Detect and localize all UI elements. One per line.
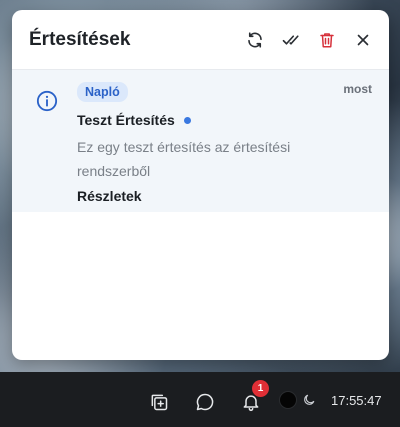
- panel-header: Értesítések: [12, 10, 389, 70]
- info-icon: [36, 90, 58, 112]
- chat-button[interactable]: [194, 391, 216, 413]
- close-icon: [357, 34, 369, 45]
- notification-title: Teszt Értesítés: [77, 112, 175, 128]
- taskbar-clock: 17:55:47: [331, 393, 382, 408]
- details-link[interactable]: Részletek: [77, 188, 142, 204]
- notifications-panel: Értesítések Napló most Teszt Értesítés E…: [12, 10, 389, 360]
- notification-count-badge: 1: [252, 380, 269, 397]
- chat-icon: [196, 393, 214, 411]
- mark-all-read-button[interactable]: [279, 28, 303, 52]
- category-badge: Napló: [77, 82, 128, 102]
- avatar[interactable]: [279, 391, 297, 409]
- close-button[interactable]: [351, 28, 375, 52]
- refresh-button[interactable]: [243, 28, 267, 52]
- notification-body: Ez egy teszt értesítés az értesítési ren…: [77, 139, 291, 179]
- add-window-button[interactable]: [148, 391, 170, 413]
- panel-title: Értesítések: [29, 28, 131, 50]
- mark-all-read-icon: [282, 34, 299, 45]
- delete-all-button[interactable]: [315, 28, 339, 52]
- add-window-icon: [151, 394, 168, 411]
- trash-icon: [320, 32, 334, 47]
- moon-icon[interactable]: [302, 393, 316, 407]
- notification-time: most: [343, 82, 372, 96]
- notification-title-row: Teszt Értesítés: [77, 112, 375, 128]
- unread-dot: [183, 116, 191, 124]
- notification-item[interactable]: Napló most Teszt Értesítés Ez egy teszt …: [12, 70, 389, 212]
- refresh-icon: [248, 31, 262, 48]
